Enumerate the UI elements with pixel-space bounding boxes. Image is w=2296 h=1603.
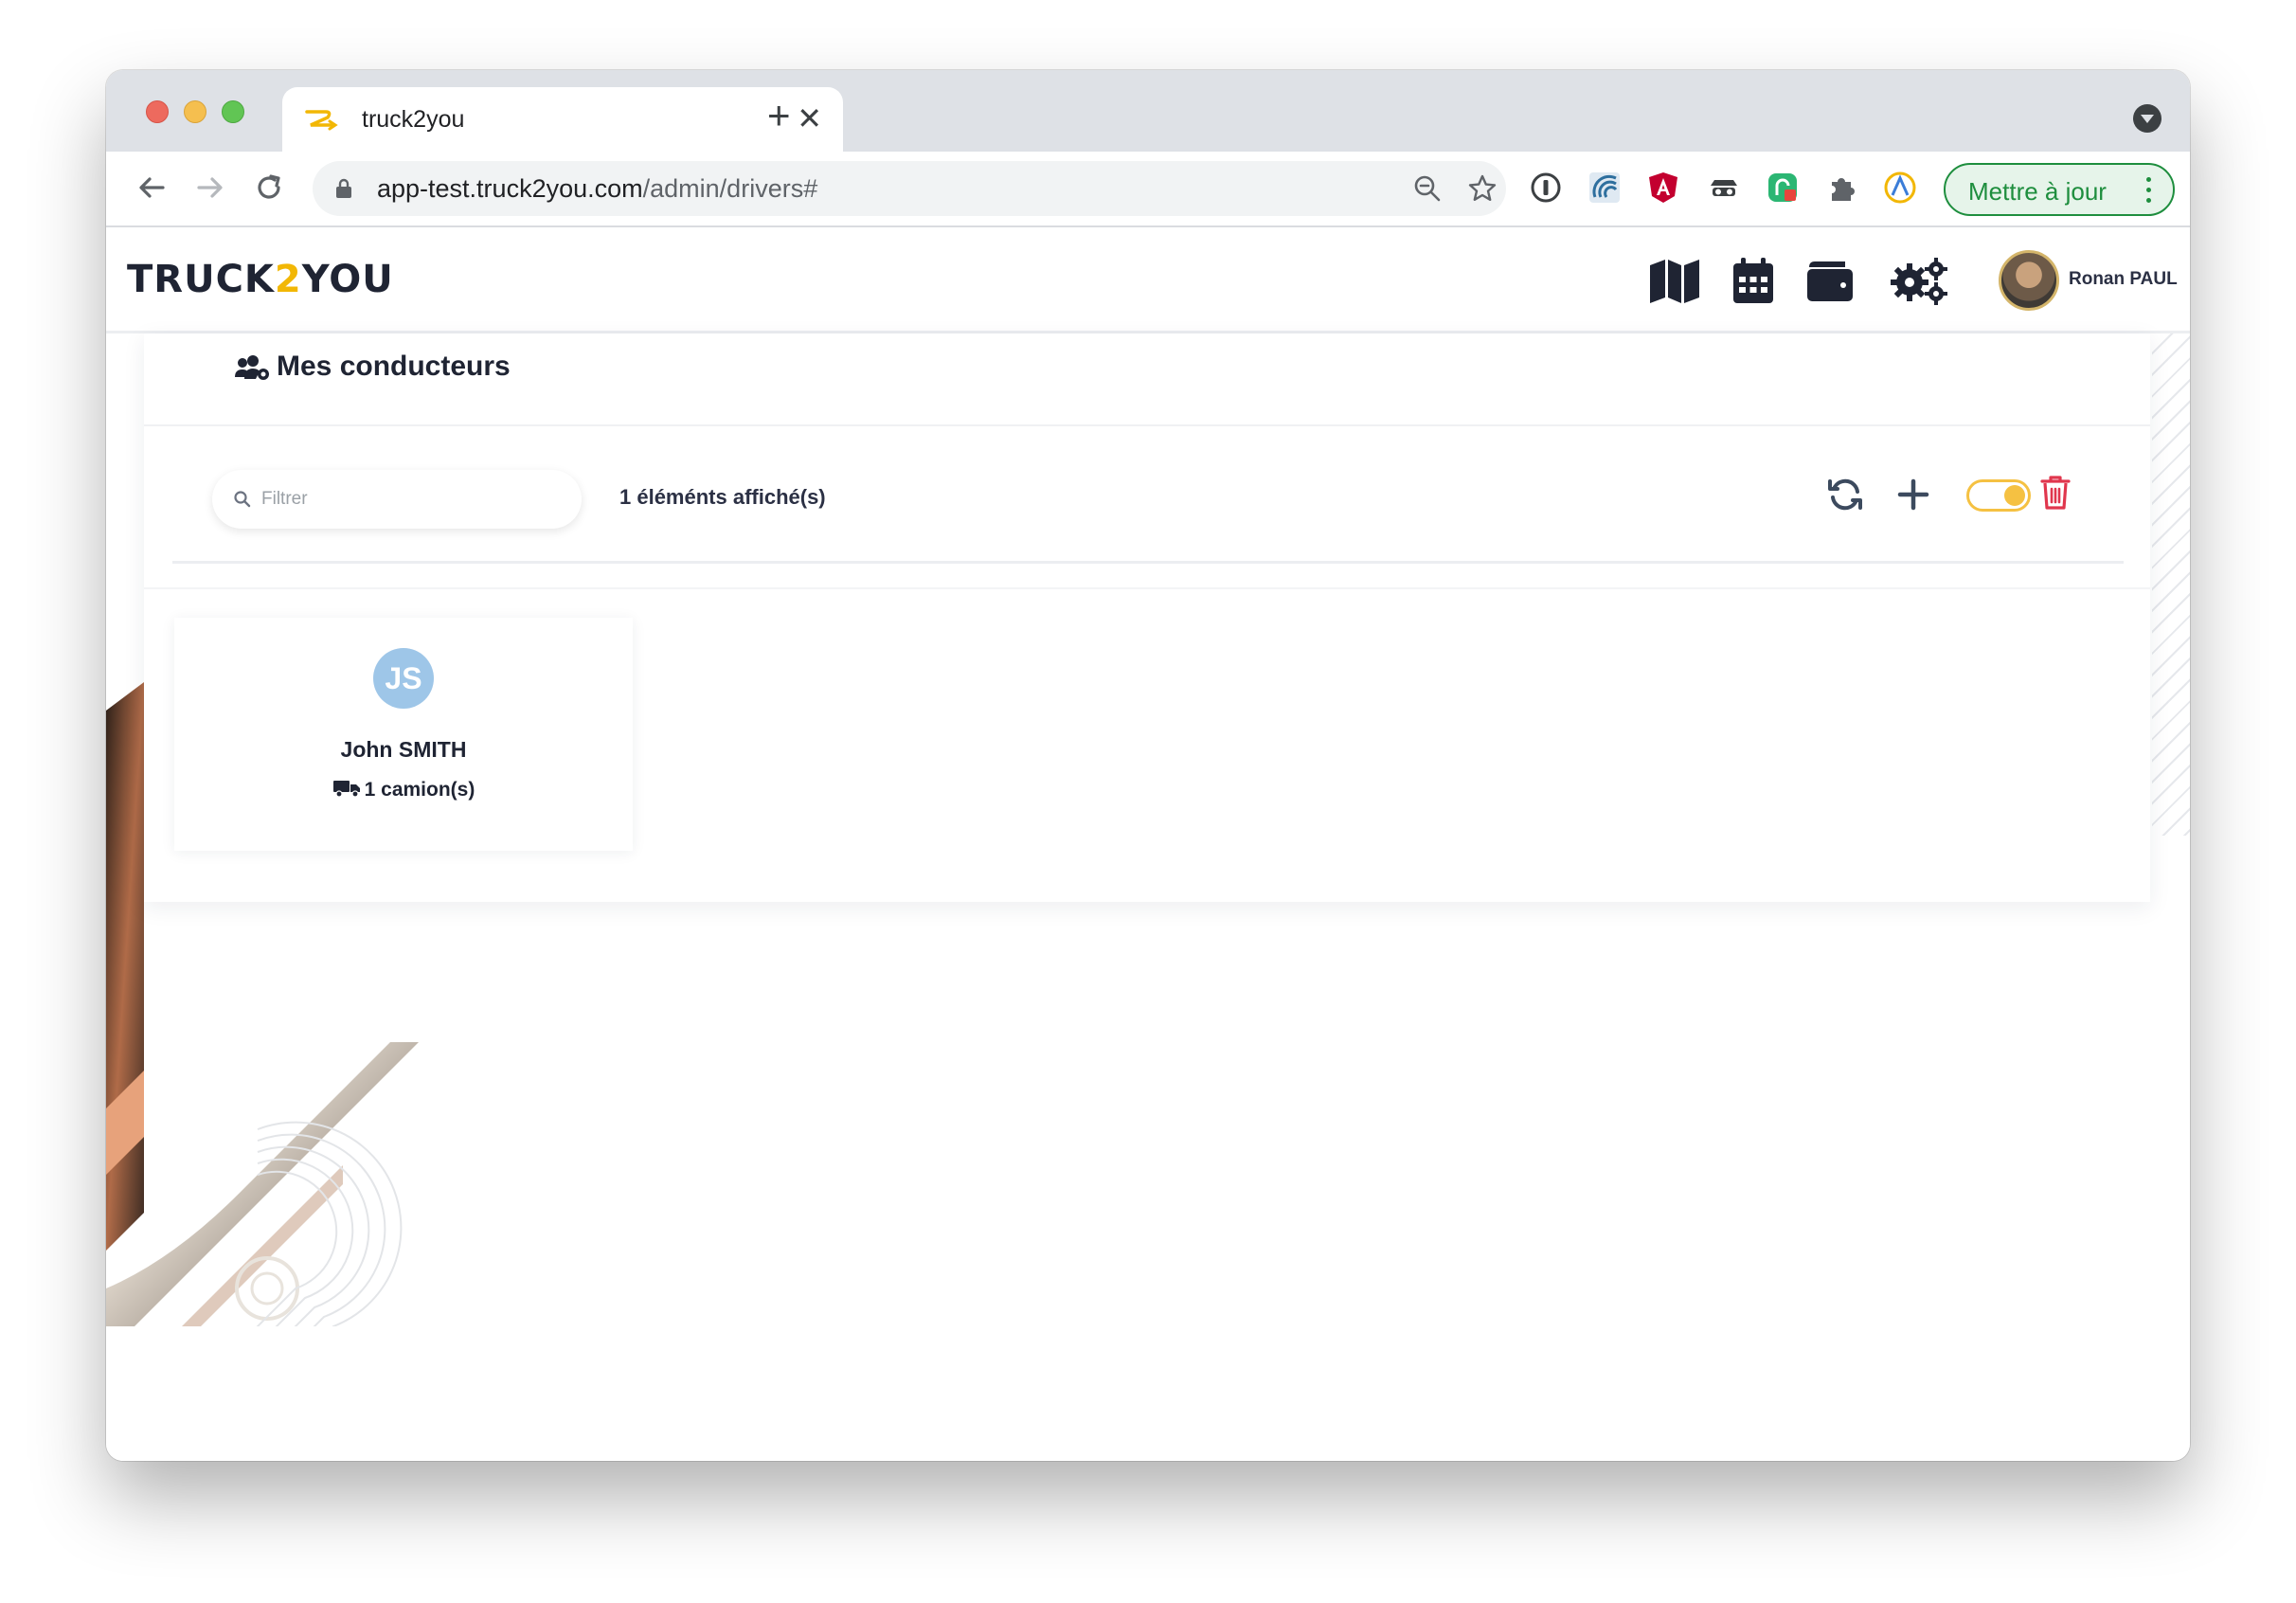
user-avatar[interactable]	[1999, 250, 2059, 311]
browser-tab[interactable]: truck2you ✕	[282, 87, 843, 152]
add-driver-icon[interactable]	[1896, 477, 1930, 512]
list-divider	[144, 587, 2150, 589]
angular-devtools-icon[interactable]	[1646, 171, 1680, 205]
incognito-extension-icon[interactable]	[1707, 171, 1741, 205]
filter-field[interactable]	[212, 470, 582, 529]
wallet-icon[interactable]	[1805, 256, 1855, 305]
toolbar-divider	[172, 561, 2124, 564]
truck2you-logo[interactable]: TRUCK 2 YOU	[127, 256, 394, 303]
toggle-knob	[2004, 485, 2025, 506]
browser-window: truck2you ✕ + app-test.truck2you.com/adm…	[106, 70, 2190, 1461]
settings-gears-icon[interactable]	[1889, 256, 1949, 305]
page-title: Mes conducteurs	[277, 351, 511, 382]
tab-strip: truck2you ✕ +	[106, 70, 2190, 152]
driver-trucks: 1 camion(s)	[174, 779, 633, 802]
minimize-window-button[interactable]	[184, 100, 206, 123]
driver-trucks-label: 1 camion(s)	[364, 779, 475, 801]
tab-title: truck2you	[362, 106, 465, 133]
profile-extension-icon[interactable]	[1883, 171, 1917, 205]
new-tab-button[interactable]: +	[767, 96, 791, 135]
decorative-hatch	[2152, 333, 2190, 836]
update-browser-button[interactable]: Mettre à jour	[1944, 163, 2175, 216]
password-manager-icon[interactable]	[1529, 171, 1563, 205]
zoom-icon[interactable]	[1411, 172, 1444, 205]
url-host: app-test.truck2you.com	[377, 174, 643, 203]
tab-search-icon[interactable]	[2133, 104, 2161, 133]
user-name[interactable]: Ronan PAUL	[2069, 269, 2178, 290]
driver-name: John SMITH	[340, 737, 467, 762]
filter-input[interactable]	[261, 483, 565, 515]
users-cog-icon	[235, 355, 269, 380]
refresh-icon[interactable]	[1826, 476, 1864, 513]
address-bar[interactable]: app-test.truck2you.com/admin/drivers#	[313, 161, 1506, 216]
green-lock-extension-icon[interactable]	[1766, 171, 1800, 205]
tab-close-icon[interactable]: ✕	[797, 100, 822, 136]
close-window-button[interactable]	[146, 100, 169, 123]
app-viewport: TRUCK 2 YOU Ronan PAUL Mes conducteurs F…	[106, 227, 2190, 1461]
lock-icon	[336, 178, 351, 198]
browser-menu-icon[interactable]	[2146, 177, 2152, 204]
reload-icon[interactable]	[250, 169, 288, 207]
driver-avatar: JS	[373, 648, 434, 709]
forward-icon[interactable]	[191, 169, 229, 207]
items-count: 1 éléménts affiché(s)	[619, 485, 826, 509]
logo-text-truck: TRUCK	[127, 258, 275, 301]
view-toggle[interactable]	[1966, 479, 2031, 512]
app-header: TRUCK 2 YOU Ronan PAUL	[106, 227, 2190, 333]
truck2you-favicon-icon	[305, 110, 338, 131]
update-browser-label: Mettre à jour	[1968, 177, 2107, 206]
maximize-window-button[interactable]	[222, 100, 244, 123]
title-divider	[144, 424, 2150, 426]
logo-text-you: YOU	[301, 258, 394, 301]
wave-extension-icon[interactable]	[1587, 171, 1622, 205]
truck-icon	[332, 781, 360, 798]
search-icon	[234, 491, 251, 508]
logo-text-two: 2	[274, 258, 302, 301]
back-icon[interactable]	[133, 169, 170, 207]
drivers-panel: Mes conducteurs 1 éléménts affiché(s)	[144, 333, 2150, 902]
map-icon[interactable]	[1648, 256, 1701, 305]
extensions-puzzle-icon[interactable]	[1826, 171, 1860, 205]
url-path: /admin/drivers#	[642, 174, 818, 203]
trash-icon[interactable]	[2038, 474, 2072, 512]
driver-card[interactable]: JS John SMITH 1 camion(s)	[174, 618, 633, 851]
bookmark-star-icon[interactable]	[1466, 172, 1498, 205]
calendar-icon[interactable]	[1731, 256, 1775, 305]
browser-toolbar: app-test.truck2you.com/admin/drivers# Me…	[106, 152, 2190, 227]
url-text: app-test.truck2you.com/admin/drivers#	[377, 174, 817, 204]
